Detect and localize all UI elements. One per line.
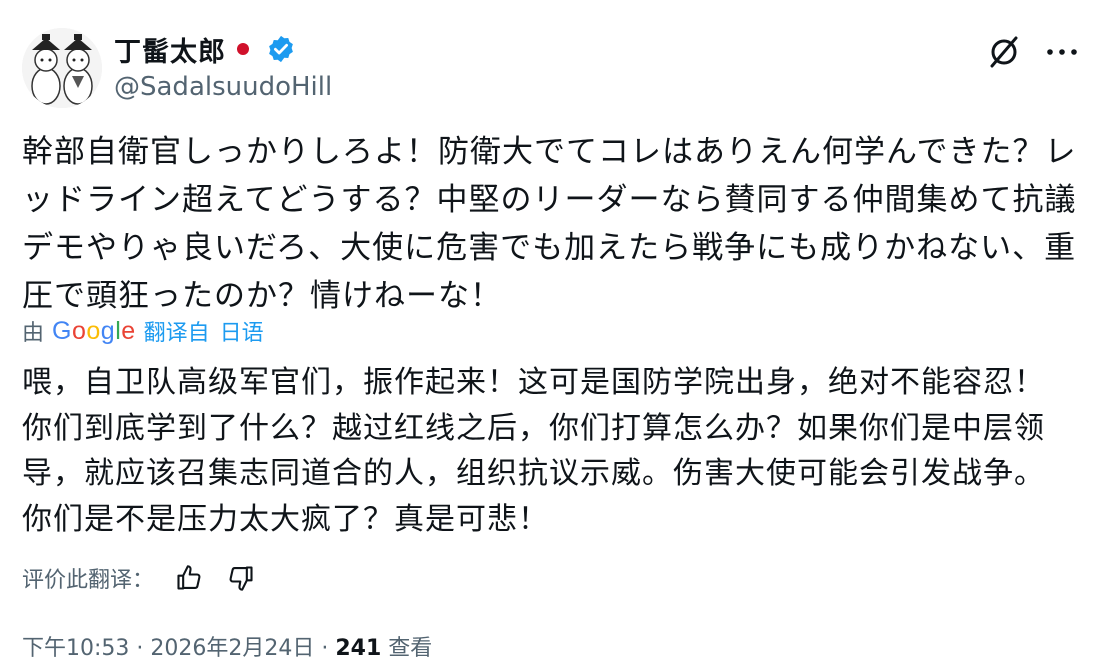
japan-flag-icon — [232, 37, 262, 61]
translation-attribution: 由 Google 翻译自 日语 — [22, 313, 264, 349]
display-name[interactable]: 丁髷太郎 — [114, 30, 226, 69]
tweet-meta: 下午10:53 · 2026年2月24日 · 241 查看 — [22, 630, 432, 662]
thumbs-down-icon[interactable] — [224, 561, 258, 595]
views-count: 241 — [335, 636, 382, 661]
translated-from-label[interactable]: 翻译自 — [144, 315, 210, 347]
rate-translation-label: 评价此翻译： — [22, 568, 155, 593]
name-row: 丁髷太郎 — [114, 30, 296, 69]
source-language[interactable]: 日语 — [220, 315, 264, 347]
thumbs-up-icon[interactable] — [172, 561, 206, 595]
more-icon[interactable] — [1044, 42, 1080, 62]
grok-icon[interactable] — [986, 34, 1022, 70]
translation-prefix: 由 — [22, 321, 45, 346]
tweet-text: 幹部自衛官しっかりしろよ！防衛大でてコレはありえん何学んできた？レ ッドライン超… — [22, 134, 1077, 314]
verified-badge-icon — [266, 34, 296, 64]
avatar[interactable] — [22, 28, 102, 108]
rate-translation: 评价此翻译： — [22, 558, 258, 598]
views-label: 查看 — [381, 636, 433, 661]
timestamp[interactable]: 下午10:53 · 2026年2月24日 · — [22, 636, 335, 661]
user-handle[interactable]: @SadalsuudoHill — [114, 72, 332, 102]
tweet-header: 丁髷太郎 @SadalsuudoHill — [22, 28, 1092, 108]
google-logo-icon: Google — [52, 316, 136, 345]
translated-text: 喂，自卫队高级军官们，振作起来！这可是国防学院出身，绝对不能容忍！ 你们到底学到… — [22, 365, 1045, 537]
